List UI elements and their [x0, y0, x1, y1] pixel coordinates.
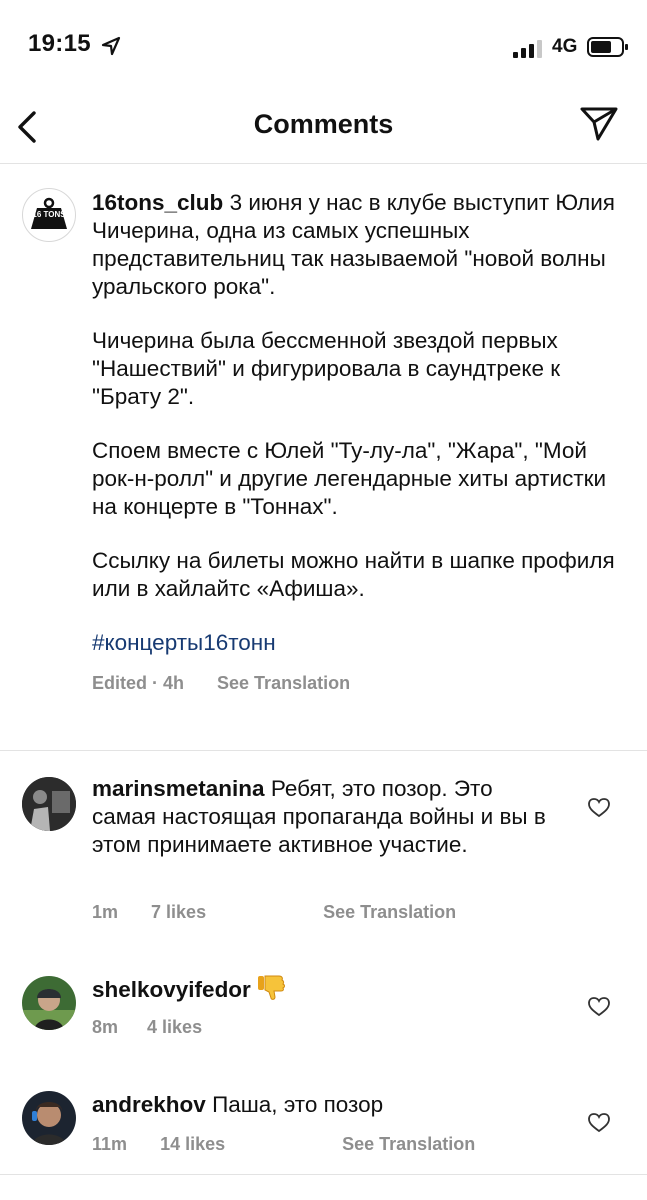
caption-paragraph: Ссылку на билеты можно найти в шапке про… [92, 548, 615, 601]
heart-icon[interactable] [588, 798, 610, 818]
avatar[interactable] [22, 976, 76, 1030]
comment-time: 11m [92, 1134, 128, 1154]
heart-icon[interactable] [588, 997, 610, 1017]
status-time: 19:15 [28, 30, 91, 57]
caption-paragraph: Чичерина была бессменной звездой первых … [92, 328, 561, 409]
logo-text: 16 TONS [32, 210, 66, 219]
edited-time: Edited · 4h [92, 673, 185, 693]
cellular-signal-icon [513, 40, 542, 58]
avatar-photo [22, 976, 76, 1030]
heart-icon[interactable] [588, 1113, 610, 1133]
caption-username[interactable]: 16tons_club [92, 190, 223, 215]
see-translation-button[interactable]: See Translation [342, 1134, 475, 1154]
send-direct-icon[interactable] [578, 105, 620, 143]
avatar[interactable] [22, 1091, 76, 1145]
avatar-photo [22, 1091, 76, 1145]
comment-username[interactable]: shelkovyifedor [92, 977, 251, 1002]
network-type: 4G [552, 36, 578, 57]
nav-header: Comments [0, 95, 647, 164]
likes-count[interactable]: 7 likes [151, 902, 206, 922]
caption-paragraph: Споем вместе с Юлей "Ту-лу-ла", "Жара", … [92, 438, 607, 519]
caption-text: 16tons_club 3 июня у нас в клубе выступи… [92, 189, 627, 697]
caption-meta: Edited · 4h See Translation [92, 669, 627, 697]
likes-count[interactable]: 4 likes [147, 1017, 202, 1037]
divider [0, 1174, 647, 1175]
avatar[interactable] [22, 777, 76, 831]
thumbs-down-emoji-icon [258, 975, 286, 1000]
page-title: Comments [253, 109, 394, 139]
comment-text: Паша, это позор [212, 1092, 384, 1117]
likes-count[interactable]: 14 likes [160, 1134, 225, 1154]
battery-icon [587, 37, 628, 57]
see-translation-button[interactable]: See Translation [323, 902, 456, 922]
comment-time: 1m [92, 902, 119, 922]
avatar[interactable]: 16 TONS [22, 188, 76, 242]
comment-username[interactable]: andrekhov [92, 1092, 206, 1117]
hashtag-link[interactable]: #концерты16тонн [92, 630, 276, 655]
post-caption: 16 TONS 16tons_club 3 июня у нас в клубе… [0, 164, 647, 751]
see-translation-button[interactable]: See Translation [217, 673, 350, 693]
location-arrow-icon [101, 36, 121, 56]
status-bar: 19:15 4G [0, 0, 647, 95]
weight-logo-icon: 16 TONS [31, 197, 67, 229]
comment-username[interactable]: marinsmetanina [92, 776, 265, 801]
avatar-photo [22, 777, 76, 831]
comment-time: 8m [92, 1017, 119, 1037]
